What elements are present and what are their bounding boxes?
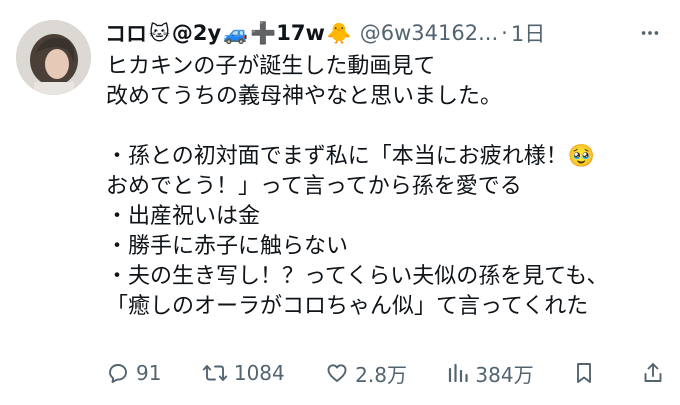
tweet-line: 「癒しのオーラがコロちゃん似」て言ってくれた (106, 294, 589, 319)
chick-emoji-icon: 🐥 (326, 21, 352, 45)
separator-dot: · (501, 21, 508, 45)
views-count: 384万 (475, 362, 534, 387)
avatar-image (16, 20, 91, 95)
reply-count: 91 (136, 361, 162, 385)
bookmark-button[interactable] (574, 361, 594, 385)
action-bar: 91 1084 2.8万 384万 (106, 356, 664, 390)
tweet-text: ヒカキンの子が誕生した動画見て 改めてうちの義母神やなと思いました。 ・孫との初… (106, 52, 664, 322)
heart-icon (327, 364, 347, 382)
retweet-count: 1084 (233, 361, 285, 385)
retweet-icon (202, 365, 228, 381)
share-icon (644, 363, 662, 382)
like-button[interactable]: 2.8万 (325, 359, 407, 388)
share-button[interactable] (642, 361, 664, 385)
more-horizontal-icon (641, 31, 659, 35)
like-count: 2.8万 (355, 362, 407, 387)
tweet-line: ・夫の生き写し！？ってくらい夫似の孫を見ても、 (106, 264, 609, 289)
tweet-line: ・勝手に赤子に触らない (106, 234, 349, 259)
display-name-text: コロ (105, 22, 147, 46)
tweet-line: ・孫との初対面でまず私に「本当にお疲れ様！🥹 (106, 144, 596, 169)
tweet-line: ・出産祝いは金 (106, 204, 261, 229)
bookmark-icon (577, 363, 591, 383)
secondary-actions (574, 361, 664, 385)
tweet-header: コロ 🐱 @2y 🚙 ➕17w 🐥 @6w34162... · 1日 (105, 14, 664, 52)
reply-icon (109, 364, 127, 383)
retweet-button[interactable]: 1084 (202, 361, 285, 385)
display-name-part2: @2y (171, 21, 222, 45)
timestamp[interactable]: 1日 (511, 18, 545, 48)
analytics-icon (449, 363, 468, 383)
car-emoji-icon: 🚙 (223, 21, 249, 45)
tweet-line: 改めてうちの義母神やなと思いました。 (106, 84, 503, 109)
cat-emoji-icon: 🐱 (149, 21, 170, 45)
display-name[interactable]: コロ 🐱 @2y 🚙 ➕17w 🐥 (105, 18, 354, 48)
views-button[interactable]: 384万 (447, 359, 534, 388)
tweet-line: おめでとう！」って言ってから孫を愛でる (106, 174, 522, 199)
more-options-button[interactable] (636, 19, 664, 47)
avatar[interactable] (16, 20, 91, 95)
tweet-line: ヒカキンの子が誕生した動画見て (106, 54, 436, 79)
reply-button[interactable]: 91 (106, 361, 161, 385)
display-name-part3: ➕17w (250, 20, 325, 45)
user-handle[interactable]: @6w34162... (360, 21, 498, 45)
